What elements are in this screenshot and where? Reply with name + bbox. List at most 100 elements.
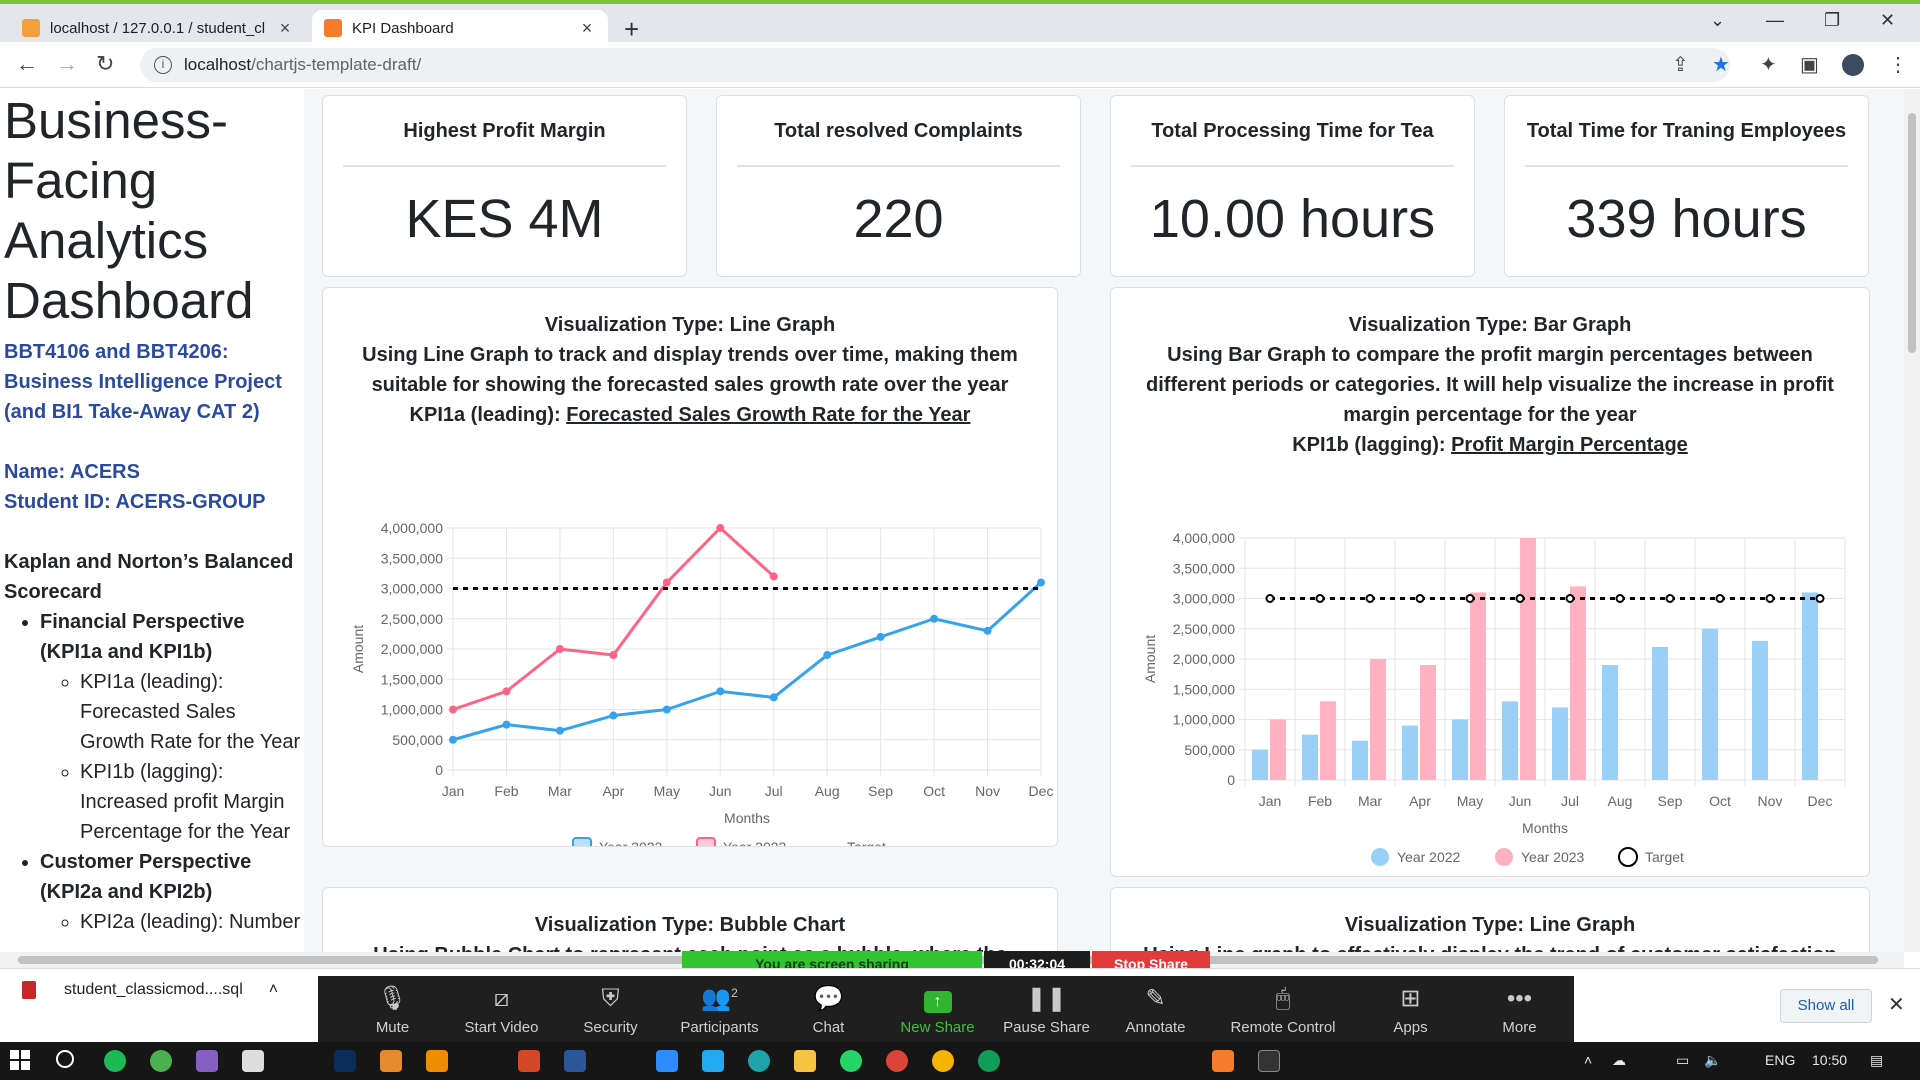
bar-year-2022 — [1352, 740, 1368, 780]
app-icon[interactable] — [426, 1050, 448, 1072]
download-item[interactable]: student_classicmod....sql ˄ — [22, 981, 278, 999]
y-tick-label: 2,500,000 — [381, 611, 443, 627]
participants-button[interactable]: 👥2 Participants — [665, 976, 774, 1042]
remote-control-button[interactable]: 🖱 Remote Control — [1210, 976, 1356, 1042]
battery-icon[interactable]: ▭ — [1676, 1052, 1689, 1069]
perspective-list: Financial Perspective (KPI1a and KPI1b) … — [40, 607, 304, 937]
windows-taskbar: ˄ ☁ ▭ 🔈 ENG 10:50 ▤ — [0, 1042, 1920, 1080]
x-tick-label: Nov — [1758, 793, 1783, 809]
word-icon[interactable] — [564, 1050, 586, 1072]
mouse-icon: 🖱 — [1275, 985, 1291, 1012]
y-tick-label: 3,500,000 — [381, 550, 443, 566]
tab-phpmyadmin[interactable]: localhost / 127.0.0.1 / student_cl × — [10, 10, 306, 46]
data-point — [609, 651, 618, 660]
zoom-icon[interactable] — [656, 1050, 678, 1072]
address-bar: ← → ↻ i localhost/chartjs-template-draft… — [0, 42, 1920, 88]
side-panel-icon[interactable]: ▣ — [1800, 52, 1819, 77]
app-icon[interactable] — [242, 1050, 264, 1072]
mute-button[interactable]: 🎙 Mute — [338, 976, 447, 1042]
data-point — [716, 524, 725, 532]
search-icon[interactable] — [56, 1050, 74, 1068]
terminal-icon[interactable] — [1258, 1050, 1280, 1072]
app-icon[interactable] — [150, 1050, 172, 1072]
tray-chevron-icon[interactable]: ˄ — [1584, 1052, 1592, 1068]
target-point — [1365, 594, 1375, 603]
clock[interactable]: 10:50 — [1812, 1052, 1847, 1068]
powerpoint-icon[interactable] — [518, 1050, 540, 1072]
data-point — [662, 578, 671, 587]
share-icon[interactable]: ⇪ — [1672, 52, 1689, 77]
vertical-scrollbar[interactable] — [1904, 89, 1920, 952]
page-content: Business-Facing Analytics Dashboard BBT4… — [0, 89, 1904, 952]
chrome-icon[interactable] — [978, 1050, 1000, 1072]
apps-button[interactable]: ⊞ Apps — [1356, 976, 1465, 1042]
tab-search-icon[interactable]: ⌄ — [1710, 10, 1725, 31]
extensions-icon[interactable]: ✦ — [1760, 52, 1777, 77]
app-icon[interactable] — [1212, 1050, 1234, 1072]
menu-kebab-icon[interactable]: ⋮ — [1888, 52, 1908, 77]
chat-button[interactable]: 💬 Chat — [774, 976, 883, 1042]
close-window-icon[interactable]: ✕ — [1880, 10, 1895, 31]
shield-icon: ⛨ — [601, 985, 620, 1012]
url-field[interactable]: i localhost/chartjs-template-draft/ — [140, 48, 1730, 82]
card-heading: Visualization Type: Bubble Chart Using B… — [323, 888, 1057, 952]
zoom-control-bar: 🎙 Mute ⧄ Start Video ⛨ Security 👥2 Participa… — [318, 976, 1574, 1042]
tab-kpi-dashboard[interactable]: KPI Dashboard × — [312, 10, 608, 46]
more-button[interactable]: ••• More — [1465, 976, 1574, 1042]
forward-icon[interactable]: → — [56, 51, 78, 77]
target-point — [1565, 594, 1575, 603]
onedrive-icon[interactable]: ☁ — [1612, 1052, 1626, 1069]
card-heading: Visualization Type: Bar Graph Using Bar … — [1111, 288, 1869, 460]
back-icon[interactable]: ← — [16, 51, 38, 77]
start-video-button[interactable]: ⧄ Start Video — [447, 976, 556, 1042]
file-explorer-icon[interactable] — [794, 1050, 816, 1072]
kpi-link[interactable]: Forecasted Sales Growth Rate for the Yea… — [566, 404, 970, 426]
phpmyadmin-icon — [22, 19, 40, 37]
site-info-icon[interactable]: i — [154, 56, 172, 74]
photoshop-icon[interactable] — [334, 1050, 356, 1072]
vscode-icon[interactable] — [702, 1050, 724, 1072]
student-name: Name: ACERS — [4, 461, 140, 483]
close-icon[interactable]: × — [578, 18, 596, 39]
chrome-icon[interactable] — [886, 1050, 908, 1072]
close-icon[interactable]: × — [276, 18, 294, 39]
kpi-card: Total Time for Traning Employees 339 hou… — [1504, 95, 1869, 277]
chrome-icon[interactable] — [932, 1050, 954, 1072]
bar-year-2023 — [1570, 586, 1586, 780]
legend-swatch — [1371, 848, 1389, 866]
edge-icon[interactable] — [748, 1050, 770, 1072]
windows-start-icon[interactable] — [10, 1050, 32, 1072]
app-icon[interactable] — [380, 1050, 402, 1072]
kpi-link[interactable]: Profit Margin Percentage — [1451, 434, 1688, 456]
new-tab-icon[interactable]: + — [624, 14, 639, 45]
scroll-thumb[interactable] — [1908, 113, 1916, 353]
chevron-up-icon[interactable]: ˄ — [269, 981, 278, 999]
bar-year-2022 — [1552, 707, 1568, 780]
notifications-icon[interactable]: ▤ — [1870, 1052, 1883, 1069]
bar-year-2023 — [1470, 592, 1486, 780]
new-share-button[interactable]: ↑ New Share — [883, 976, 992, 1042]
restore-icon[interactable]: ❐ — [1824, 10, 1840, 31]
profile-avatar-icon[interactable] — [1842, 54, 1864, 76]
language-indicator[interactable]: ENG — [1765, 1052, 1795, 1068]
volume-icon[interactable]: 🔈 — [1704, 1052, 1721, 1069]
minimize-icon[interactable]: — — [1766, 10, 1784, 31]
data-point — [1037, 578, 1045, 587]
bubble-chart-card: Visualization Type: Bubble Chart Using B… — [322, 887, 1058, 952]
close-icon[interactable]: ✕ — [1888, 992, 1905, 1017]
pencil-icon: ✎ — [1145, 985, 1166, 1012]
target-point — [1415, 594, 1425, 603]
reload-icon[interactable]: ↻ — [96, 51, 114, 77]
bookmark-star-icon[interactable]: ★ — [1712, 52, 1730, 77]
data-point — [930, 614, 939, 623]
whatsapp-icon[interactable] — [840, 1050, 862, 1072]
annotate-button[interactable]: ✎ Annotate — [1101, 976, 1210, 1042]
pause-share-button[interactable]: ❚❚ Pause Share — [992, 976, 1101, 1042]
show-all-button[interactable]: Show all — [1780, 989, 1872, 1023]
security-button[interactable]: ⛨ Security — [556, 976, 665, 1042]
visual-studio-icon[interactable] — [196, 1050, 218, 1072]
spotify-icon[interactable] — [104, 1050, 126, 1072]
x-tick-label: Oct — [923, 783, 945, 799]
x-tick-label: Dec — [1808, 793, 1833, 809]
vis-type: Visualization Type: Bar Graph — [1348, 314, 1632, 336]
